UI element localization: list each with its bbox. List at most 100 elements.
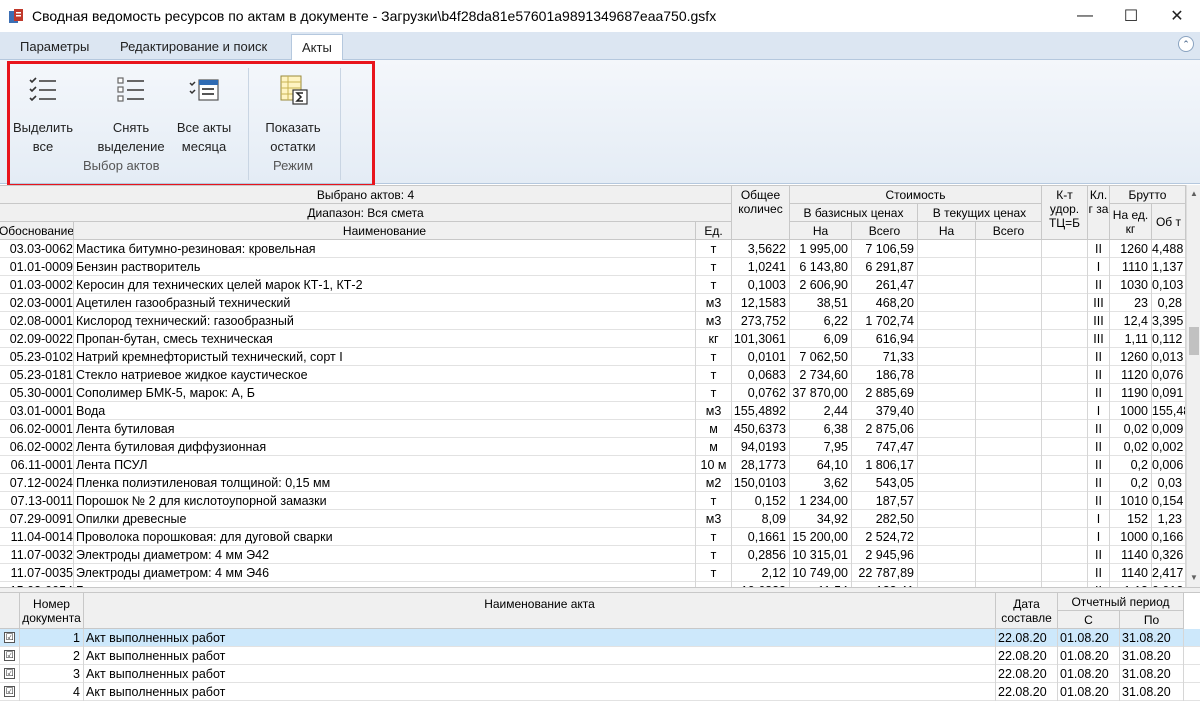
unchecked-list-icon xyxy=(117,77,144,102)
table-row[interactable]: 06.11-0001 Лента ПСУЛ 10 м 28,1773 64,10 1 80… xyxy=(0,456,1186,474)
cell-name: Электроды диаметром: 4 мм Э42 xyxy=(74,546,696,564)
col-header-name[interactable]: Наименование xyxy=(74,222,696,240)
cell-coef xyxy=(1042,312,1088,330)
show-balances-button[interactable]: Показать остатки xyxy=(260,64,326,156)
cell-current-total xyxy=(976,492,1042,510)
col-header-base-per[interactable]: На xyxy=(790,222,852,240)
cell-base-per: 15 200,00 xyxy=(790,528,852,546)
scroll-up-icon[interactable]: ▲ xyxy=(1187,187,1200,201)
table-row[interactable]: 06.02-0002 Лента бутиловая диффузионная м 9… xyxy=(0,438,1186,456)
table-row[interactable]: 11.07-0035 Электроды диаметром: 4 мм Э46 т… xyxy=(0,564,1186,582)
cell-qty: 155,4892 xyxy=(732,402,790,420)
resources-scrollbar[interactable]: ▲ ▼ xyxy=(1186,185,1200,587)
cell-gross-total: 0,28 xyxy=(1152,294,1186,312)
table-row[interactable]: 07.12-0024 Пленка полиэтиленовая толщиной… xyxy=(0,474,1186,492)
table-row[interactable]: 11.04-0014 Проволока порошковая: для дуго… xyxy=(0,528,1186,546)
tab-edit-search[interactable]: Редактирование и поиск xyxy=(110,34,277,60)
scroll-thumb[interactable] xyxy=(1189,327,1199,355)
col-header-current-prices: В текущих ценах xyxy=(918,204,1042,222)
col-header-doc-number[interactable]: Номер документа xyxy=(20,593,84,629)
col-header-coef[interactable]: К-т удор. ТЦ=Б xyxy=(1042,186,1088,240)
table-row[interactable]: 05.30-0001 Сополимер БМК-5, марок: А, Бт0… xyxy=(0,384,1186,402)
act-checkbox[interactable]: ☑ xyxy=(4,650,15,661)
close-icon[interactable]: ✕ xyxy=(1154,0,1200,32)
table-row[interactable]: 06.02-0001 Лента бутиловая м 450,6373 6,38 2 … xyxy=(0,420,1186,438)
cell-period-from: 01.08.20 xyxy=(1058,665,1120,683)
act-row[interactable]: ☑ 1 Акт выполненных работ 22.08.20 01.08.20 3… xyxy=(0,629,1200,647)
cell-basis: 02.09-0022 xyxy=(0,330,74,348)
cell-basis: 06.02-0002 xyxy=(0,438,74,456)
cell-class: II xyxy=(1088,276,1110,294)
cell-base-total: 543,05 xyxy=(852,474,918,492)
month-acts-button[interactable]: Все акты месяца xyxy=(172,64,236,156)
table-row[interactable]: 11.07-0032 Электроды диаметром: 4 мм Э42 т… xyxy=(0,546,1186,564)
col-header-per-unit-kg[interactable]: На ед. кг xyxy=(1110,204,1152,240)
table-row[interactable]: 02.08-0001 Кислород технический: газообра… xyxy=(0,312,1186,330)
act-row[interactable]: ☑ 3 Акт выполненных работ 22.08.20 01.08.20 3… xyxy=(0,665,1200,683)
cell-basis: 06.11-0001 xyxy=(0,456,74,474)
show-balances-label-1: Показать xyxy=(265,120,321,135)
col-header-period-to[interactable]: По xyxy=(1120,611,1184,629)
table-row[interactable]: 05.23-0181 Стекло натриевое жидкое каусти… xyxy=(0,366,1186,384)
cell-current-per xyxy=(918,240,976,258)
cell-base-per: 7,95 xyxy=(790,438,852,456)
cell-base-per: 34,92 xyxy=(790,510,852,528)
act-row[interactable]: ☑ 2 Акт выполненных работ 22.08.20 01.08.20 3… xyxy=(0,647,1200,665)
maximize-icon[interactable]: ☐ xyxy=(1108,0,1154,32)
tab-acts[interactable]: Акты xyxy=(291,34,343,61)
col-header-act-name[interactable]: Наименование акта xyxy=(84,593,996,629)
cell-unit: т xyxy=(696,276,732,294)
calendar-checklist-icon xyxy=(189,79,219,101)
scroll-down-icon[interactable]: ▼ xyxy=(1187,571,1200,585)
act-row[interactable]: ☑ 4 Акт выполненных работ 22.08.20 01.08.20 3… xyxy=(0,683,1200,701)
col-header-current-per[interactable]: На xyxy=(918,222,976,240)
col-header-base-total[interactable]: Всего xyxy=(852,222,918,240)
col-header-gross-total[interactable]: Об т xyxy=(1152,204,1186,240)
tab-parameters[interactable]: Параметры xyxy=(10,34,99,60)
acts-grid[interactable]: Номер документа Наименование акта Дата с… xyxy=(0,593,1200,714)
table-row[interactable]: 01.01-0009 Бензин растворитель т 1,0241 6 14… xyxy=(0,258,1186,276)
cell-qty: 0,0101 xyxy=(732,348,790,366)
table-row[interactable]: 07.29-0091 Опилки древесные м3 8,09 34,92 282… xyxy=(0,510,1186,528)
table-row[interactable]: 01.03-0002 Керосин для технических целей … xyxy=(0,276,1186,294)
col-header-unit[interactable]: Ед. xyxy=(696,222,732,240)
table-row[interactable]: 05.23-0102 Натрий кремнефтористый техниче… xyxy=(0,348,1186,366)
deselect-label-2: выделение xyxy=(97,139,165,154)
cell-gross-total: 4,488 xyxy=(1152,240,1186,258)
cell-base-total: 186,78 xyxy=(852,366,918,384)
act-checkbox[interactable]: ☑ xyxy=(4,686,15,697)
table-row[interactable]: 02.09-0022 Пропан-бутан, смесь техническа… xyxy=(0,330,1186,348)
cell-base-per: 10 749,00 xyxy=(790,564,852,582)
col-header-class[interactable]: Кл. г за xyxy=(1088,186,1110,240)
cell-gross-total: 1,23 xyxy=(1152,510,1186,528)
cell-act-date: 22.08.20 xyxy=(996,683,1058,701)
table-row[interactable]: 02.03-0001 Ацетилен газообразный техничес… xyxy=(0,294,1186,312)
act-checkbox[interactable]: ☑ xyxy=(4,632,15,643)
cell-base-per: 2 734,60 xyxy=(790,366,852,384)
cell-name: Кислород технический: газообразный xyxy=(74,312,696,330)
cell-qty: 0,1661 xyxy=(732,528,790,546)
act-checkbox[interactable]: ☑ xyxy=(4,668,15,679)
table-row[interactable]: 03.03-0062 Мастика битумно-резиновая: кро… xyxy=(0,240,1186,258)
col-header-period-from[interactable]: С xyxy=(1058,611,1120,629)
cell-coef xyxy=(1042,240,1088,258)
collapse-ribbon-icon[interactable]: ⌃ xyxy=(1178,36,1194,52)
table-row[interactable]: 03.01-0001 Вода м3 155,4892 2,44 379,40 I 1000 1… xyxy=(0,402,1186,420)
cell-base-per: 37 870,00 xyxy=(790,384,852,402)
cell-class: I xyxy=(1088,510,1110,528)
minimize-icon[interactable]: — xyxy=(1062,0,1108,32)
col-header-current-total[interactable]: Всего xyxy=(976,222,1042,240)
select-all-button[interactable]: Выделить все xyxy=(11,64,75,156)
cell-per-unit-kg: 1120 xyxy=(1110,366,1152,384)
col-header-qty[interactable]: Общее количес xyxy=(732,186,790,240)
cell-per-unit-kg: 12,4 xyxy=(1110,312,1152,330)
cell-name: Вода xyxy=(74,402,696,420)
col-header-basis[interactable]: Обоснование xyxy=(0,222,74,240)
resources-grid[interactable]: Выбрано актов: 4 Диапазон: Вся смета Обо… xyxy=(0,185,1186,587)
deselect-button[interactable]: Снять выделение xyxy=(97,64,165,156)
cell-base-per: 6 143,80 xyxy=(790,258,852,276)
col-header-act-date[interactable]: Дата составле xyxy=(996,593,1058,629)
table-row[interactable]: 07.13-0011 Порошок № 2 для кислотоупорной… xyxy=(0,492,1186,510)
cell-base-per: 6,22 xyxy=(790,312,852,330)
cell-basis: 06.02-0001 xyxy=(0,420,74,438)
